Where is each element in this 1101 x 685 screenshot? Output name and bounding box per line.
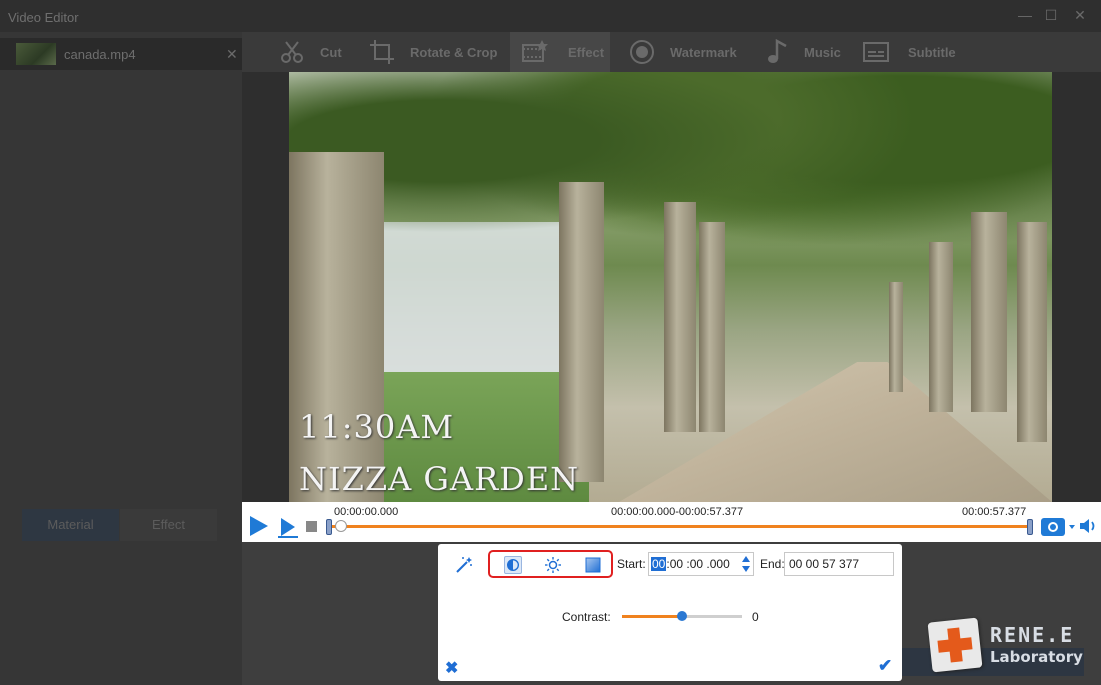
overlay-time-text: 11:30AM — [299, 408, 455, 446]
subtitle-icon — [863, 42, 889, 62]
start-time-spinner[interactable] — [740, 553, 752, 575]
tree-trunk — [929, 242, 953, 412]
cancel-icon[interactable]: ✖ — [445, 658, 458, 678]
magic-wand-icon[interactable] — [454, 555, 474, 575]
end-label: End: — [760, 557, 785, 571]
timeline-range: 00:00:00.000-00:00:57.377 — [611, 506, 744, 518]
tool-cut-label: Cut — [320, 45, 342, 60]
tool-music-label: Music — [804, 45, 841, 60]
play-icon[interactable] — [250, 516, 268, 536]
maximize-icon[interactable]: ☐ — [1044, 8, 1058, 22]
tree-trunk — [1017, 222, 1047, 442]
effect-settings-panel: Start: 00:00 :00 .000 End: 00 00 57 377 … — [438, 544, 902, 681]
tree-trunk — [889, 282, 903, 392]
logo-cross-icon — [927, 617, 983, 673]
rene-laboratory-logo: RENE.E Laboratory — [902, 617, 1092, 680]
tree-trunk — [289, 152, 384, 502]
timeline-current-time: 00:00:00.000 — [334, 506, 399, 518]
timeline-end-handle[interactable] — [1027, 519, 1033, 535]
contrast-slider-thumb[interactable] — [677, 611, 687, 621]
tool-effect-label: Effect — [568, 45, 605, 60]
edit-toolbar: Cut Rotate & Crop Effect Watermark Music… — [242, 32, 1101, 72]
start-time-rest: :00 :00 .000 — [666, 557, 730, 571]
tool-rotate-crop-label: Rotate & Crop — [410, 45, 498, 60]
timeline-start-handle[interactable] — [326, 519, 332, 535]
effect-type-selector — [488, 550, 613, 578]
tool-rotate-crop[interactable]: Rotate & Crop — [366, 32, 506, 72]
confirm-check-icon[interactable]: ✔ — [878, 656, 892, 676]
tree-trunk — [664, 202, 696, 432]
contrast-label: Contrast: — [562, 610, 611, 624]
start-hours-field[interactable]: 00 — [651, 557, 667, 571]
logo-text-lab: Laboratory — [990, 648, 1083, 666]
crop-icon — [370, 40, 394, 64]
file-name: canada.mp4 — [64, 47, 136, 62]
playhead-knob[interactable] — [335, 520, 347, 532]
saturation-icon[interactable] — [584, 556, 602, 574]
remove-file-icon[interactable]: ✕ — [226, 46, 238, 63]
video-preview: 11:30AM NIZZA GARDEN — [289, 72, 1052, 502]
scissors-icon — [281, 41, 303, 63]
tool-watermark[interactable]: Watermark — [624, 32, 744, 72]
file-item[interactable]: canada.mp4 ✕ — [0, 38, 242, 70]
watermark-icon — [630, 40, 654, 64]
video-editor-window: Video Editor — ☐ ✕ canada.mp4 ✕ Material… — [0, 0, 1101, 685]
timeline-bar: 00:00:00.000 00:00:00.000-00:00:57.377 0… — [242, 502, 1101, 542]
tree-trunk — [559, 182, 604, 482]
file-thumbnail — [16, 43, 56, 65]
media-panel: canada.mp4 ✕ Material Effect — [0, 32, 242, 685]
panel-tabs: Material Effect — [22, 509, 217, 541]
timeline-end-time: 00:00:57.377 — [962, 506, 1027, 518]
logo-text-brand: RENE.E — [990, 623, 1075, 647]
tab-effect[interactable]: Effect — [120, 509, 217, 541]
start-label: Start: — [617, 557, 646, 571]
minimize-icon[interactable]: — — [1018, 8, 1032, 22]
brightness-icon[interactable] — [544, 556, 562, 574]
tool-watermark-label: Watermark — [670, 45, 737, 60]
tool-subtitle-label: Subtitle — [908, 45, 956, 60]
contrast-icon[interactable] — [504, 556, 522, 574]
overlay-place-text: NIZZA GARDEN — [299, 460, 580, 498]
tool-subtitle[interactable]: Subtitle — [860, 32, 970, 72]
stop-icon[interactable] — [306, 521, 317, 532]
start-time-input[interactable]: 00:00 :00 .000 — [648, 552, 754, 576]
contrast-slider[interactable] — [622, 611, 742, 621]
title-bar: Video Editor — ☐ ✕ — [0, 0, 1101, 32]
music-note-icon — [768, 38, 787, 63]
timeline-track[interactable] — [330, 525, 1030, 528]
contrast-slider-fill — [622, 615, 682, 618]
close-icon[interactable]: ✕ — [1073, 8, 1087, 22]
contrast-value: 0 — [752, 610, 759, 624]
play-selection-icon[interactable] — [277, 516, 299, 538]
window-title: Video Editor — [8, 10, 79, 25]
tool-music[interactable]: Music — [762, 32, 852, 72]
tool-effect[interactable]: Effect — [510, 32, 610, 72]
tree-trunk — [971, 212, 1007, 412]
film-effect-icon — [522, 40, 548, 62]
end-time-input[interactable]: 00 00 57 377 — [784, 552, 894, 576]
snapshot-camera-icon[interactable] — [1040, 515, 1078, 537]
tree-trunk — [699, 222, 725, 432]
volume-icon[interactable] — [1079, 517, 1099, 535]
tab-material[interactable]: Material — [22, 509, 119, 541]
